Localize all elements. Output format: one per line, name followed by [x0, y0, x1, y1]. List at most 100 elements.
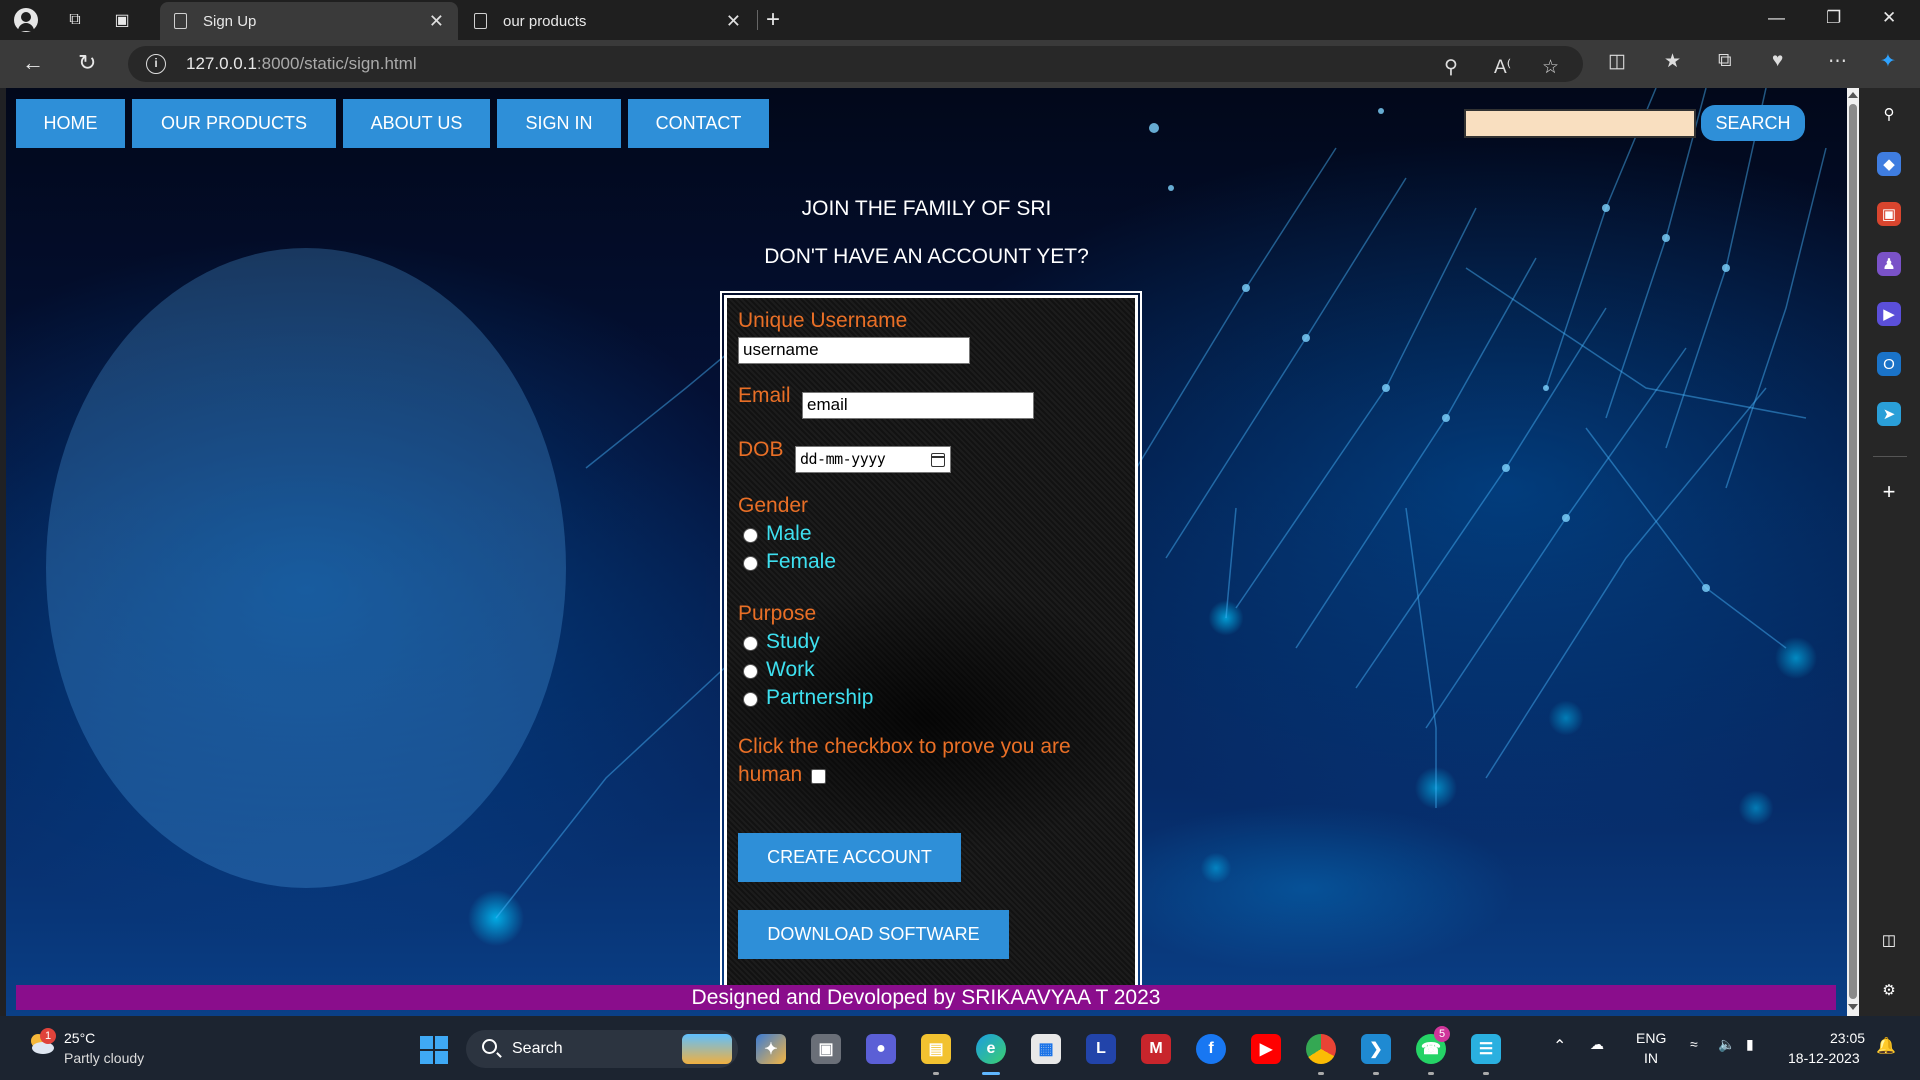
nav-contact[interactable]: CONTACT: [628, 99, 769, 148]
url-path: :8000/static/sign.html: [256, 54, 417, 73]
clock-date[interactable]: 18-12-2023: [1788, 1050, 1860, 1066]
weather-badge: 1: [40, 1028, 56, 1044]
email-label: Email: [738, 384, 791, 407]
chrome-icon[interactable]: [1306, 1034, 1336, 1064]
tab-label: Sign Up: [203, 12, 257, 30]
gender-male-radio[interactable]: [743, 528, 758, 543]
url-text: 127.0.0.1:8000/static/sign.html: [186, 54, 417, 74]
tab-our-products[interactable]: our products ✕: [460, 2, 755, 40]
scroll-thumb[interactable]: [1849, 104, 1857, 999]
sidebar-shopping-icon[interactable]: ◆: [1877, 152, 1901, 176]
wifi-icon[interactable]: ≈: [1690, 1036, 1698, 1052]
task-view-icon[interactable]: ▣: [811, 1034, 841, 1064]
profile-icon[interactable]: [14, 8, 38, 32]
tab-actions-icon[interactable]: ▣: [110, 8, 134, 32]
running-indicator: [1373, 1072, 1379, 1075]
minimize-icon[interactable]: —: [1768, 8, 1785, 28]
back-icon[interactable]: ←: [22, 50, 44, 76]
url-field[interactable]: i 127.0.0.1:8000/static/sign.html ⚲ A⁽ ☆: [128, 46, 1583, 82]
taskbar-search[interactable]: Search: [466, 1030, 738, 1068]
mcafee-icon[interactable]: M: [1141, 1034, 1171, 1064]
purpose-partnership-radio[interactable]: [743, 692, 758, 707]
scroll-down-icon[interactable]: [1848, 1004, 1858, 1010]
clock-time[interactable]: 23:05: [1830, 1030, 1865, 1046]
copilot-icon[interactable]: ✦: [1880, 50, 1896, 73]
human-checkbox[interactable]: [811, 769, 826, 784]
notepad-icon[interactable]: ☰: [1471, 1034, 1501, 1064]
sidebar-search-icon[interactable]: ⚲: [1877, 102, 1901, 126]
battery-icon[interactable]: ▮: [1746, 1036, 1754, 1053]
nav-about-us[interactable]: ABOUT US: [343, 99, 490, 148]
site-info-icon[interactable]: i: [146, 54, 166, 74]
running-indicator: [1483, 1072, 1489, 1075]
download-software-button[interactable]: DOWNLOAD SOFTWARE: [738, 910, 1009, 959]
language-line1[interactable]: ENG: [1636, 1030, 1666, 1046]
workspaces-icon[interactable]: ⧉: [63, 8, 87, 32]
language-line2[interactable]: IN: [1644, 1050, 1658, 1066]
window-close-icon[interactable]: ✕: [1882, 8, 1896, 28]
split-screen-icon[interactable]: ◫: [1608, 50, 1626, 73]
onedrive-icon[interactable]: ☁: [1590, 1036, 1604, 1053]
purpose-work-radio[interactable]: [743, 664, 758, 679]
purpose-work-label: Work: [766, 658, 815, 681]
search-input[interactable]: [1464, 109, 1696, 138]
email-input[interactable]: email: [802, 392, 1034, 419]
gender-female-radio[interactable]: [743, 556, 758, 571]
file-explorer-icon[interactable]: ▤: [921, 1034, 951, 1064]
running-indicator: [933, 1072, 939, 1075]
purpose-label: Purpose: [738, 602, 817, 625]
more-options-icon[interactable]: ⋯: [1828, 50, 1847, 73]
favorites-icon[interactable]: ★: [1664, 50, 1681, 73]
notification-bell-icon[interactable]: 🔔: [1876, 1036, 1896, 1056]
ms-store-icon[interactable]: ▦: [1031, 1034, 1061, 1064]
sidebar-drop-icon[interactable]: ➤: [1877, 402, 1901, 426]
purpose-study-label: Study: [766, 630, 820, 653]
close-icon[interactable]: ✕: [726, 11, 741, 32]
sidebar-tools-icon[interactable]: ▣: [1877, 202, 1901, 226]
page-scrollbar[interactable]: [1847, 88, 1859, 1016]
tab-sign-up[interactable]: Sign Up ✕: [160, 2, 458, 40]
youtube-icon[interactable]: ▶: [1251, 1034, 1281, 1064]
scroll-up-icon[interactable]: [1848, 92, 1858, 98]
address-bar: ← ↻ i 127.0.0.1:8000/static/sign.html ⚲ …: [0, 40, 1920, 88]
purpose-study-radio[interactable]: [743, 636, 758, 651]
username-input[interactable]: username: [738, 337, 970, 364]
l-app-icon[interactable]: L: [1086, 1034, 1116, 1064]
windows-taskbar: 1 25°C Partly cloudy Search ✦ ▣ ● ▤ e ▦ …: [0, 1016, 1920, 1080]
nav-our-products[interactable]: OUR PRODUCTS: [132, 99, 336, 148]
sidebar-copilot-icon[interactable]: ▶: [1877, 302, 1901, 326]
search-highlight-image: [682, 1034, 732, 1064]
nav-sign-in[interactable]: SIGN IN: [497, 99, 621, 148]
browser-essentials-icon[interactable]: ♥: [1772, 50, 1783, 72]
browser-tab-bar: ⧉ ▣ Sign Up ✕ our products ✕ + — ❐ ✕: [0, 0, 1920, 40]
search-button[interactable]: SEARCH: [1701, 105, 1805, 141]
nav-home[interactable]: HOME: [16, 99, 125, 148]
volume-icon[interactable]: 🔈: [1718, 1036, 1735, 1053]
teams-chat-icon[interactable]: ●: [866, 1034, 896, 1064]
human-check-label: Click the checkbox to prove you are: [738, 735, 1071, 758]
create-account-button[interactable]: CREATE ACCOUNT: [738, 833, 961, 882]
facebook-icon[interactable]: f: [1196, 1034, 1226, 1064]
new-tab-icon[interactable]: +: [766, 6, 780, 34]
sidebar-add-icon[interactable]: +: [1877, 479, 1901, 504]
tray-overflow-icon[interactable]: ⌃: [1553, 1036, 1566, 1056]
copilot-app-icon[interactable]: ✦: [756, 1034, 786, 1064]
restore-icon[interactable]: ❐: [1826, 8, 1841, 28]
favorite-star-icon[interactable]: ☆: [1542, 56, 1559, 79]
sidebar-settings-icon[interactable]: ⚙: [1877, 978, 1901, 1002]
sidebar-hide-icon[interactable]: ◫: [1877, 928, 1901, 952]
sidebar-games-icon[interactable]: ♟: [1877, 252, 1901, 276]
dob-input[interactable]: dd-mm-yyyy: [795, 446, 951, 473]
read-aloud-icon[interactable]: A⁽: [1494, 56, 1511, 79]
sidebar-outlook-icon[interactable]: O: [1877, 352, 1901, 376]
collections-icon[interactable]: ⧉: [1718, 50, 1732, 72]
running-indicator: [1318, 1072, 1324, 1075]
calendar-icon[interactable]: [931, 453, 945, 467]
close-icon[interactable]: ✕: [429, 11, 444, 32]
url-host: 127.0.0.1: [186, 54, 257, 73]
vscode-icon[interactable]: ❯: [1361, 1034, 1391, 1064]
zoom-icon[interactable]: ⚲: [1444, 56, 1458, 79]
refresh-icon[interactable]: ↻: [78, 50, 96, 76]
edge-app-icon[interactable]: e: [976, 1034, 1006, 1064]
windows-start-icon[interactable]: [420, 1036, 448, 1064]
